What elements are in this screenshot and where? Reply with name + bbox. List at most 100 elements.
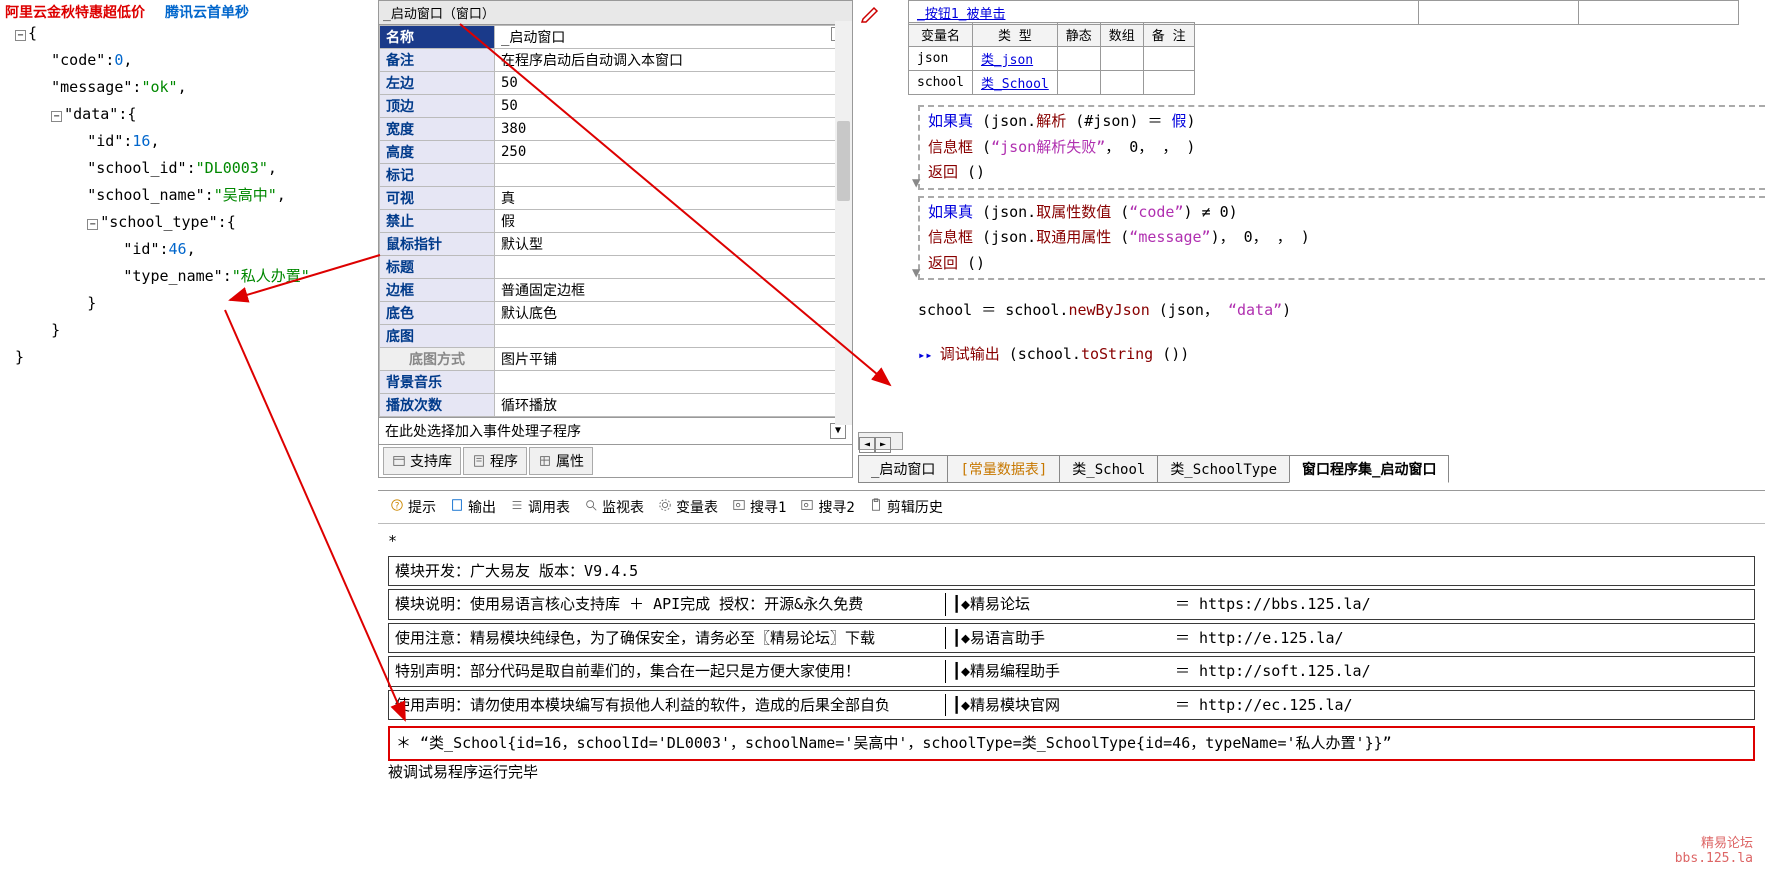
props-tab[interactable]: 支持库 — [383, 447, 461, 475]
if-block: 如果真 (json.取属性数值 (“code”) ≠ 0)信息框 (json.取… — [918, 196, 1765, 281]
prop-row[interactable]: 边框普通固定边框 — [380, 279, 852, 302]
proc-link[interactable]: _按钮1_被单击 — [917, 7, 1005, 22]
prop-value[interactable]: _启动窗口… — [495, 26, 852, 49]
prop-row[interactable]: 顶边50 — [380, 95, 852, 118]
output-tab[interactable]: 剪辑历史 — [863, 495, 949, 519]
code-line[interactable]: 如果真 (json.取属性数值 (“code”) ≠ 0) — [928, 200, 1757, 226]
prop-row[interactable]: 名称_启动窗口… — [380, 26, 852, 49]
prop-row[interactable]: 底图方式图片平铺 — [380, 348, 852, 371]
props-event-selector[interactable]: 在此处选择加入事件处理子程序 ▼ — [379, 417, 852, 444]
prop-value[interactable]: 普通固定边框 — [495, 279, 852, 302]
prop-key: 高度 — [380, 141, 495, 164]
prop-row[interactable]: 播放次数循环播放 — [380, 394, 852, 417]
var-row[interactable]: json类_json — [909, 47, 1195, 71]
prop-row[interactable]: 宽度380 — [380, 118, 852, 141]
collapse-icon[interactable]: − — [87, 219, 98, 230]
code-line[interactable]: school ＝ school.newByJson (json， “data”) — [918, 298, 1765, 324]
arrow-down-icon: ▼ — [912, 262, 920, 286]
var-table: 变量名类 型静态数组备 注 json类_jsonschool类_School — [908, 22, 1195, 95]
prop-value[interactable]: 50 — [495, 72, 852, 95]
search-icon — [584, 498, 598, 516]
collapse-icon[interactable]: − — [15, 30, 26, 41]
code-line[interactable]: ▸▸ 调试输出 (school.toString ()) — [918, 342, 1765, 368]
prop-key: 边框 — [380, 279, 495, 302]
pencil-icon — [860, 2, 882, 24]
code-line[interactable]: 如果真 (json.解析 (#json) ＝ 假) — [928, 109, 1757, 135]
output-tab[interactable]: 监视表 — [578, 495, 650, 519]
output-tab[interactable]: 搜寻2 — [794, 495, 860, 519]
var-header: 备 注 — [1143, 23, 1194, 47]
prop-value[interactable] — [495, 164, 852, 187]
code-tab[interactable]: 窗口程序集_启动窗口 — [1289, 455, 1449, 483]
prop-value[interactable] — [495, 325, 852, 348]
code-tab[interactable]: 类_School — [1059, 455, 1158, 483]
output-highlight-line: ＊ “类_School{id=16，schoolId='DL0003'，scho… — [388, 726, 1755, 761]
prop-row[interactable]: 标记 — [380, 164, 852, 187]
list-icon — [510, 498, 524, 516]
prop-value[interactable]: 默认底色 — [495, 302, 852, 325]
props-scrollbar[interactable] — [835, 21, 852, 425]
prop-value[interactable]: 在程序启动后自动调入本窗口 — [495, 49, 852, 72]
props-tab[interactable]: 程序 — [463, 447, 527, 475]
scroll-left-icon[interactable]: ◄ — [859, 437, 875, 453]
prop-value[interactable]: 默认型 — [495, 233, 852, 256]
prop-key: 底图方式 — [380, 348, 495, 371]
arrow-down-icon: ▼ — [912, 172, 920, 196]
prop-key: 顶边 — [380, 95, 495, 118]
gear-icon — [658, 498, 672, 516]
prop-key: 播放次数 — [380, 394, 495, 417]
prop-row[interactable]: 鼠标指针默认型 — [380, 233, 852, 256]
collapse-icon[interactable]: − — [51, 111, 62, 122]
prop-value[interactable]: 50 — [495, 95, 852, 118]
code-hscrollbar[interactable]: ◄► — [858, 432, 903, 450]
prop-key: 可视 — [380, 187, 495, 210]
json-viewer: −{ "code":0, "message":"ok", −"data":{ "… — [15, 20, 375, 371]
prop-value[interactable] — [495, 371, 852, 394]
prop-key: 宽度 — [380, 118, 495, 141]
code-line[interactable]: 信息框 (“json解析失败”， 0， ， ) — [928, 135, 1757, 161]
prop-row[interactable]: 禁止假 — [380, 210, 852, 233]
output-tab[interactable]: 变量表 — [652, 495, 724, 519]
prop-row[interactable]: 左边50 — [380, 72, 852, 95]
scroll-right-icon[interactable]: ► — [875, 437, 891, 453]
prop-value[interactable]: 图片平铺 — [495, 348, 852, 371]
output-row: 模块开发：广大易友 版本：V9.4.5 — [388, 556, 1755, 587]
output-tab[interactable]: 输出 — [444, 495, 502, 519]
prop-row[interactable]: 可视真 — [380, 187, 852, 210]
event-dropdown-icon[interactable]: ▼ — [830, 423, 846, 439]
prop-key: 标题 — [380, 256, 495, 279]
code-line[interactable]: 返回 () — [928, 251, 1757, 277]
prop-row[interactable]: 备注在程序启动后自动调入本窗口 — [380, 49, 852, 72]
prop-value[interactable]: 380 — [495, 118, 852, 141]
output-tab[interactable]: 搜寻1 — [726, 495, 792, 519]
prop-value[interactable]: 假 — [495, 210, 852, 233]
var-row[interactable]: school类_School — [909, 71, 1195, 95]
event-placeholder-text: 在此处选择加入事件处理子程序 — [385, 421, 581, 441]
prop-row[interactable]: 标题 — [380, 256, 852, 279]
prop-row[interactable]: 底色默认底色 — [380, 302, 852, 325]
header-ad-left: 阿里云金秋特惠超低价 — [5, 2, 145, 22]
prop-row[interactable]: 高度250 — [380, 141, 852, 164]
prop-key: 名称 — [380, 26, 495, 49]
code-line[interactable]: 返回 () — [928, 160, 1757, 186]
code-line[interactable]: 信息框 (json.取通用属性 (“message”)， 0， ， ) — [928, 225, 1757, 251]
code-tab[interactable]: _启动窗口 — [858, 455, 948, 483]
output-row: 使用声明：请勿使用本模块编写有损他人利益的软件，造成的后果全部自负┃◆精易模块官… — [388, 690, 1755, 721]
prop-value[interactable]: 循环播放 — [495, 394, 852, 417]
props-tab[interactable]: 属性 — [529, 447, 593, 475]
props-table: 名称_启动窗口…备注在程序启动后自动调入本窗口左边50顶边50宽度380高度25… — [379, 25, 852, 417]
output-trailing: 被调试易程序运行完毕 — [388, 761, 1755, 784]
code-tab[interactable]: 类_SchoolType — [1157, 455, 1290, 483]
output-tab[interactable]: ?提示 — [384, 495, 442, 519]
proc-name-table: _按钮1_被单击 — [908, 0, 1739, 25]
prop-value[interactable]: 250 — [495, 141, 852, 164]
output-tab[interactable]: 调用表 — [504, 495, 576, 519]
prop-value[interactable]: 真 — [495, 187, 852, 210]
code-editor-panel: _按钮1_被单击 变量名类 型静态数组备 注 json类_jsonschool类… — [858, 0, 1765, 450]
find-icon — [800, 498, 814, 516]
prop-value[interactable] — [495, 256, 852, 279]
prop-row[interactable]: 背景音乐 — [380, 371, 852, 394]
prop-row[interactable]: 底图 — [380, 325, 852, 348]
prop-key: 禁止 — [380, 210, 495, 233]
code-tab[interactable]: [常量数据表] — [947, 455, 1060, 483]
